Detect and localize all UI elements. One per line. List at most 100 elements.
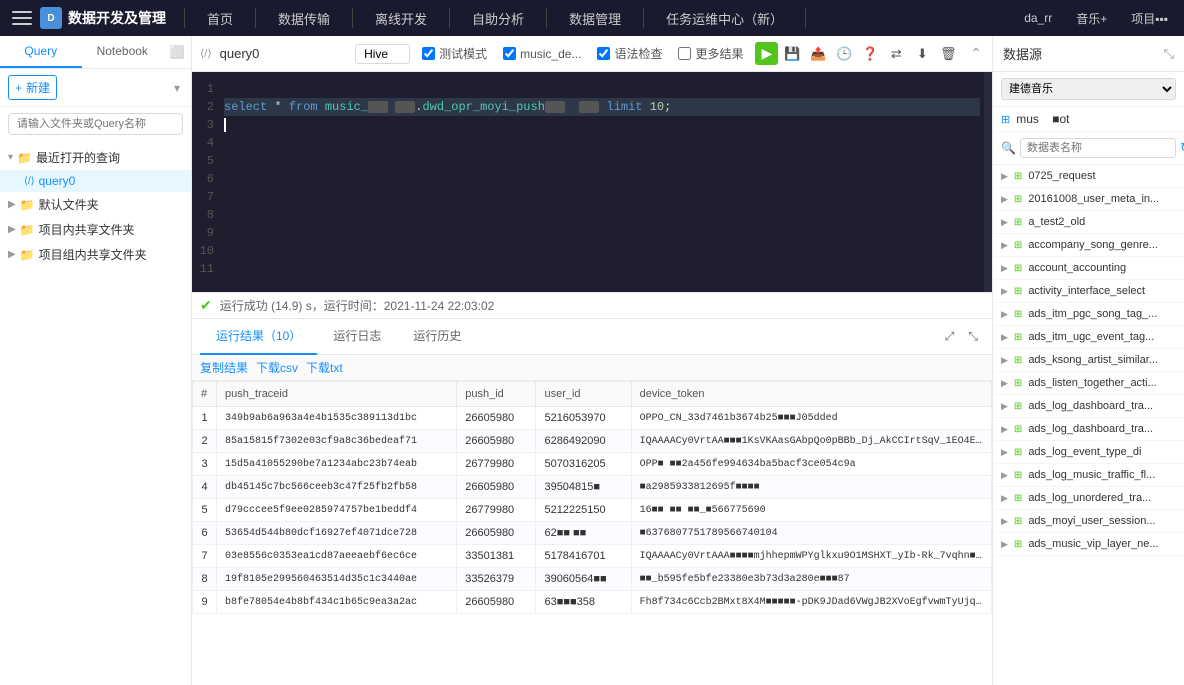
collapse-editor-btn[interactable]: ⌃ — [968, 43, 984, 64]
copy-result-btn[interactable]: 复制结果 — [200, 359, 248, 376]
grammar-check-label[interactable]: 语法检查 — [593, 43, 666, 64]
table-search-input[interactable] — [1020, 138, 1176, 158]
code-editor[interactable]: select * from music_ .dwd_opr_moyi_push … — [220, 72, 984, 292]
expand-arrow-icon: ▶ — [1001, 378, 1008, 389]
more-results-label[interactable]: 更多结果 — [674, 43, 747, 64]
fullscreen-results-btn[interactable]: ⤡ — [962, 326, 984, 347]
hamburger-menu[interactable] — [8, 4, 36, 32]
nav-data-mgmt[interactable]: 数据管理 — [553, 0, 637, 36]
tab-notebook[interactable]: Notebook — [82, 36, 164, 68]
table-list-item[interactable]: ▶ ⊞ ads_ksong_artist_similar... — [993, 349, 1184, 372]
table-list-item[interactable]: ▶ ⊞ ads_music_vip_layer_ne... — [993, 533, 1184, 556]
nav-home[interactable]: 首页 — [191, 0, 249, 36]
tab-history[interactable]: 运行历史 — [397, 319, 477, 355]
hive-select-wrapper: Hive — [355, 44, 410, 64]
cell-user-id: 5216053970 — [536, 407, 631, 430]
table-list-item[interactable]: ▶ ⊞ 0725_request — [993, 165, 1184, 188]
expand-results-btn[interactable]: ⤢ — [939, 326, 961, 347]
download-txt-btn[interactable]: 下载txt — [306, 359, 343, 376]
download-icon-btn[interactable]: ⬇ — [910, 42, 934, 66]
cell-push-traceid: 85a15815f7302e03cf9a8c36bedeaf71 — [217, 430, 457, 453]
tree-item-group-folder[interactable]: ▶ 📁 项目组内共享文件夹 — [0, 242, 191, 267]
download-csv-btn[interactable]: 下载csv — [256, 359, 298, 376]
line-numbers: 12345 67891011 — [192, 72, 220, 292]
test-mode-checkbox[interactable] — [422, 47, 435, 60]
tab-log[interactable]: 运行日志 — [317, 319, 397, 355]
cell-device-token: ■637680775178956674​0104 — [631, 522, 991, 545]
run-button[interactable]: ▶ — [755, 42, 778, 65]
tab-query[interactable]: Query — [0, 36, 82, 68]
nav-sep-2 — [255, 8, 256, 28]
sidebar-search-input[interactable] — [8, 113, 183, 135]
code-line-9 — [224, 224, 980, 242]
table-item-name: accompany_song_genre... — [1028, 239, 1176, 251]
nav-right: da_rr 音乐+ 项目▪▪▪ — [1016, 6, 1176, 31]
refresh-icon[interactable]: ↻ — [1180, 140, 1184, 156]
tree-item-default-folder[interactable]: ▶ 📁 默认文件夹 — [0, 192, 191, 217]
table-list-item[interactable]: ▶ ⊞ ads_log_dashboard_tra... — [993, 418, 1184, 441]
share-icon-btn[interactable]: 📤 — [806, 42, 830, 66]
save-icon-btn[interactable]: 💾 — [780, 42, 804, 66]
hive-select[interactable]: Hive — [355, 44, 410, 64]
new-query-button[interactable]: + + 新建 新建 — [8, 75, 57, 100]
test-mode-checkbox-label[interactable]: 测试模式 — [418, 43, 491, 64]
result-table-wrapper: # push_traceid push_id user_id device_to… — [192, 381, 992, 685]
db-select[interactable]: 建德音乐 — [1001, 78, 1176, 100]
table-list-item[interactable]: ▶ ⊞ ads_log_event_type_di — [993, 441, 1184, 464]
delete-icon-btn[interactable]: 🗑 — [936, 42, 960, 66]
table-item-name: ads_log_dashboard_tra... — [1028, 423, 1176, 435]
code-line-8 — [224, 206, 980, 224]
table-list-item[interactable]: ▶ ⊞ ads_itm_ugc_event_tag... — [993, 326, 1184, 349]
expand-arrow-icon: ▶ — [1001, 401, 1008, 412]
nav-task-ops[interactable]: 任务运维中心（新） — [650, 0, 799, 36]
expand-arrow-icon: ▶ — [1001, 516, 1008, 527]
tree-item-shared-folder[interactable]: ▶ 📁 项目内共享文件夹 — [0, 217, 191, 242]
nav-music[interactable]: 音乐+ — [1068, 6, 1115, 31]
table-list-item[interactable]: ▶ ⊞ a_test2_old — [993, 211, 1184, 234]
nav-offline-dev[interactable]: 离线开发 — [359, 0, 443, 36]
navbar: D 数据开发及管理 首页 数据传输 离线开发 自助分析 数据管理 任务运维中心（… — [0, 0, 1184, 36]
table-list-item[interactable]: ▶ ⊞ activity_interface_select — [993, 280, 1184, 303]
sidebar-tree: ▾ 📁 最近打开的查询 ⟨/⟩ query0 ▶ 📁 默认文件夹 ▶ 📁 项目内… — [0, 141, 191, 685]
nav-self-analysis[interactable]: 自助分析 — [456, 0, 540, 36]
tree-section-recent[interactable]: ▾ 📁 最近打开的查询 — [0, 145, 191, 170]
right-panel-title: 数据源 — [1003, 44, 1042, 63]
tree-item-query0[interactable]: ⟨/⟩ query0 — [0, 170, 191, 192]
table-list-item[interactable]: ▶ ⊞ ads_moyi_user_session... — [993, 510, 1184, 533]
db-item[interactable]: ⊞ mus ■ot — [993, 107, 1184, 132]
music-de-checkbox-label[interactable]: music_de... — [499, 45, 585, 63]
table-list-item[interactable]: ▶ ⊞ ads_log_music_traffic_fl... — [993, 464, 1184, 487]
right-panel-collapse-icon[interactable]: ⤡ — [1164, 46, 1174, 62]
table-list-item[interactable]: ▶ ⊞ ads_itm_pgc_song_tag_... — [993, 303, 1184, 326]
format-icon-btn[interactable]: ⇄ — [884, 42, 908, 66]
table-list-item[interactable]: ▶ ⊞ accompany_song_genre... — [993, 234, 1184, 257]
table-list-item[interactable]: ▶ ⊞ ads_log_unordered_tra... — [993, 487, 1184, 510]
grammar-check-checkbox[interactable] — [597, 47, 610, 60]
history-icon-btn[interactable]: 🕒 — [832, 42, 856, 66]
col-device-token: device_token — [631, 382, 991, 407]
music-de-checkbox[interactable] — [503, 47, 516, 60]
editor-resize-handle[interactable] — [984, 72, 992, 292]
table-icon: ⊞ — [1014, 309, 1022, 320]
cell-push-traceid: 03e8556c0353ea1cd87aeeaebf6ec6ce — [217, 545, 457, 568]
table-list-item[interactable]: ▶ ⊞ 20161008_user_meta_in... — [993, 188, 1184, 211]
table-list-item[interactable]: ▶ ⊞ account_accounting — [993, 257, 1184, 280]
sidebar-toggle-btn[interactable]: ⬜ — [163, 36, 191, 68]
more-results-checkbox[interactable] — [678, 47, 691, 60]
brand-name: 数据开发及管理 — [68, 8, 166, 28]
chevron-right-icon-3: ▶ — [8, 249, 16, 260]
chevron-right-icon: ▶ — [8, 199, 16, 210]
expand-arrow-icon: ▶ — [1001, 194, 1008, 205]
nav-project[interactable]: 项目▪▪▪ — [1123, 6, 1176, 31]
cell-num: 6 — [193, 522, 217, 545]
cell-user-id: 63■■■358 — [536, 591, 631, 614]
search-icon: 🔍 — [1001, 141, 1016, 155]
nav-user[interactable]: da_rr — [1016, 7, 1060, 29]
help-icon-btn[interactable]: ❓ — [858, 42, 882, 66]
expand-button[interactable]: ▾ — [171, 78, 183, 98]
tab-result[interactable]: 运行结果（10） — [200, 319, 317, 355]
table-list-item[interactable]: ▶ ⊞ ads_log_dashboard_tra... — [993, 395, 1184, 418]
expand-arrow-icon: ▶ — [1001, 240, 1008, 251]
nav-data-transfer[interactable]: 数据传输 — [262, 0, 346, 36]
table-list-item[interactable]: ▶ ⊞ ads_listen_together_acti... — [993, 372, 1184, 395]
